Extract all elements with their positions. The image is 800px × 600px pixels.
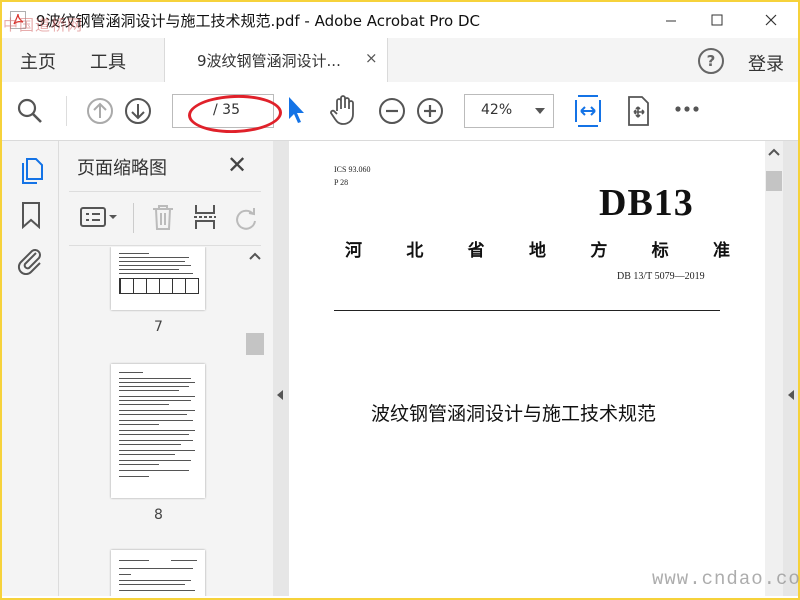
tab-tools[interactable]: 工具 [90, 48, 126, 74]
chevron-up-icon[interactable] [768, 147, 780, 157]
zoom-value: 42% [481, 102, 513, 118]
left-rail [2, 141, 59, 596]
ics-code: ICS 93.060 [334, 165, 371, 174]
panel-divider [69, 245, 261, 246]
standard-name-char: 地 [528, 241, 546, 261]
chevron-up-icon[interactable] [249, 251, 261, 261]
help-button[interactable]: ? [698, 48, 724, 74]
window-title: 9波纹钢管涵洞设计与施工技术规范.pdf - Adobe Acrobat Pro… [36, 12, 481, 30]
thumbnails-panel: 页面缩略图 ✕ 7 8 [59, 141, 273, 596]
panel-scrollbar[interactable] [245, 247, 265, 596]
chevron-down-icon [535, 108, 545, 114]
expand-panel-icon[interactable] [787, 389, 795, 401]
thumbnail-list: 7 8 [59, 247, 243, 596]
panel-divider [69, 191, 261, 192]
tab-document-label: 9波纹钢管涵洞设计... [197, 52, 341, 70]
rotate-icon[interactable] [233, 205, 259, 231]
thumbnail-page-number: 7 [154, 319, 163, 335]
p-code: P 28 [334, 178, 349, 187]
thumbnail-page-9[interactable] [111, 550, 205, 596]
tab-close-button[interactable]: × [365, 49, 378, 67]
zoom-out-icon[interactable] [378, 97, 406, 125]
tab-home[interactable]: 主页 [20, 48, 56, 74]
minimize-icon[interactable] [648, 6, 694, 34]
page-up-icon[interactable] [86, 97, 114, 125]
panel-tool-separator [133, 203, 134, 233]
standard-prefix: DB13 [599, 182, 694, 224]
tab-bar: 主页 工具 9波纹钢管涵洞设计... × ? 登录 [2, 38, 798, 83]
search-icon[interactable] [16, 97, 44, 125]
collapse-panel-icon[interactable] [276, 389, 284, 401]
panel-splitter[interactable] [273, 141, 289, 596]
toolbar-separator [66, 96, 67, 126]
more-icon[interactable] [674, 104, 702, 114]
watermark-bottom: www.cndao.com [652, 568, 800, 590]
login-button[interactable]: 登录 [748, 50, 784, 76]
standard-code: DB 13/T 5079—2019 [617, 271, 705, 282]
standard-name-char: 北 [406, 241, 424, 261]
standard-name-char: 河 [345, 241, 362, 261]
document-page: ICS 93.060 P 28 DB13 河 北 省 地 方 标 准 DB 13… [289, 141, 765, 596]
panel-scrollbar-thumb[interactable] [246, 333, 264, 355]
zoom-dropdown[interactable]: 42% [464, 94, 554, 128]
hand-icon[interactable] [328, 94, 358, 126]
scroll-mode-icon[interactable] [624, 95, 652, 127]
watermark-top: 中国道桥网 [3, 16, 84, 34]
select-cursor-icon[interactable] [286, 95, 306, 125]
extract-pages-icon[interactable] [193, 203, 217, 231]
standard-name-char: 标 [651, 241, 669, 261]
thumbnail-page-number: 8 [154, 507, 163, 523]
standard-name-char: 方 [590, 241, 608, 261]
document-scrollbar-thumb[interactable] [766, 171, 782, 191]
thumbnail-page-8[interactable] [111, 364, 205, 498]
page-thumbnails-icon[interactable] [18, 157, 44, 185]
maximize-icon[interactable] [694, 6, 740, 34]
thumbnail-options-icon[interactable] [79, 205, 119, 229]
document-scrollbar[interactable] [765, 141, 783, 596]
panel-close-button[interactable]: ✕ [227, 151, 247, 179]
trash-icon[interactable] [151, 203, 175, 231]
thumbnail-page-7[interactable] [111, 247, 205, 310]
title-bar: 9波纹钢管涵洞设计与施工技术规范.pdf - Adobe Acrobat Pro… [2, 2, 798, 38]
standard-name-char: 准 [712, 241, 730, 261]
close-icon[interactable] [748, 6, 794, 34]
paperclip-icon[interactable] [16, 245, 44, 275]
bookmark-icon[interactable] [20, 201, 42, 229]
fit-width-icon[interactable] [574, 94, 602, 128]
panel-title: 页面缩略图 [77, 158, 167, 179]
page-down-icon[interactable] [124, 97, 152, 125]
toolbar: / 35 42% [2, 82, 798, 141]
right-panel-splitter[interactable] [783, 141, 798, 596]
tab-document[interactable]: 9波纹钢管涵洞设计... × [164, 38, 388, 82]
zoom-in-icon[interactable] [416, 97, 444, 125]
document-title: 波纹钢管涵洞设计与施工技术规范 [371, 403, 657, 425]
standard-name-char: 省 [467, 241, 485, 261]
standard-name: 河 北 省 地 方 标 准 [345, 236, 730, 261]
header-rule [334, 310, 720, 311]
